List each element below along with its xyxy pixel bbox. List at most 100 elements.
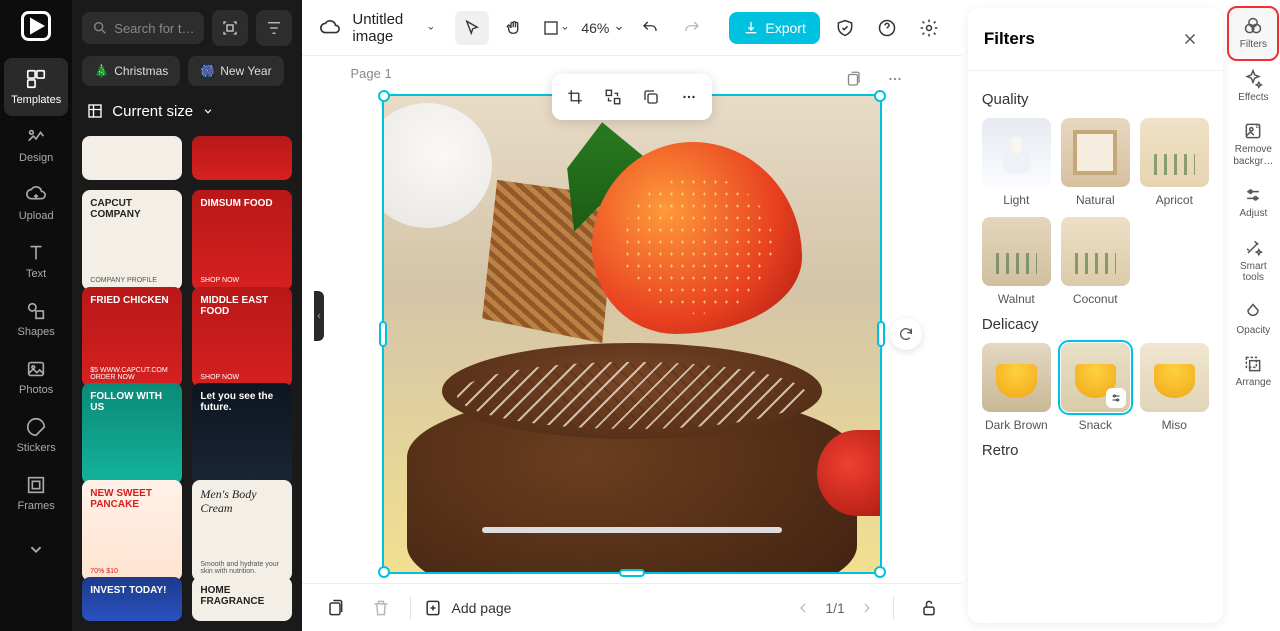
size-label: Current size (112, 103, 193, 120)
resize-handle[interactable] (619, 569, 645, 577)
template-item[interactable]: DIMSUM FOODSHOP NOW (192, 190, 292, 290)
page-label: Page 1 (350, 66, 391, 81)
delete-button[interactable] (364, 591, 398, 625)
sidebar-collapse-handle[interactable] (314, 291, 324, 341)
templates-sidebar: Search for t… 🎄 Christmas 🎆 New Year Curre… (72, 0, 302, 631)
frame-tool[interactable] (539, 11, 573, 45)
filter-coconut[interactable]: Coconut (1061, 217, 1130, 306)
filters-title: Filters (984, 29, 1035, 49)
nav-text[interactable]: Text (4, 232, 68, 290)
nav-upload[interactable]: Upload (4, 174, 68, 232)
selection-outline (382, 94, 882, 574)
horizontal-scrollbar[interactable] (482, 527, 782, 533)
nav-label: Templates (11, 94, 61, 106)
rail-remove-bg[interactable]: Remove backgr… (1229, 113, 1277, 175)
tag-label: New Year (220, 64, 271, 78)
canvas-page[interactable] (382, 94, 882, 574)
filter-dark-brown[interactable]: Dark Brown (982, 343, 1051, 432)
more-button[interactable] (672, 80, 706, 114)
tag-christmas[interactable]: 🎄 Christmas (82, 56, 180, 86)
scan-button[interactable] (212, 10, 248, 46)
template-item[interactable]: HOME FRAGRANCE (192, 577, 292, 621)
next-page-button[interactable] (859, 600, 875, 616)
export-icon (743, 20, 759, 36)
size-dropdown[interactable]: Current size (82, 96, 292, 126)
shield-icon[interactable] (828, 11, 862, 45)
add-page-icon (423, 598, 443, 618)
duplicate-button[interactable] (634, 80, 668, 114)
replace-button[interactable] (596, 80, 630, 114)
nav-photos[interactable]: Photos (4, 348, 68, 406)
nav-label: Text (26, 268, 46, 280)
tag-label: Christmas (114, 64, 168, 78)
template-item[interactable]: FRIED CHICKEN$5 WWW.CAPCUT.COM ORDER NOW (82, 287, 182, 387)
template-item[interactable]: Men's Body CreamSmooth and hydrate your … (192, 480, 292, 580)
filter-light[interactable]: Light (982, 118, 1051, 207)
cloud-sync-icon[interactable] (318, 11, 342, 45)
close-button[interactable] (1173, 22, 1207, 56)
hand-tool[interactable] (497, 11, 531, 45)
duplicate-page-icon[interactable] (836, 62, 870, 96)
document-title[interactable]: Untitled image (352, 11, 435, 45)
rail-filters[interactable]: Filters (1229, 8, 1277, 59)
filter-miso[interactable]: Miso (1140, 343, 1209, 432)
nav-frames[interactable]: Frames (4, 464, 68, 522)
template-item[interactable]: NEW SWEET PANCAKE70% $10 (82, 480, 182, 580)
chevron-down-icon (613, 22, 625, 34)
rail-adjust[interactable]: Adjust (1229, 177, 1277, 228)
template-item[interactable] (192, 136, 292, 180)
redo-button[interactable] (675, 11, 709, 45)
rail-smart-tools[interactable]: Smart tools (1229, 230, 1277, 292)
zoom-level[interactable]: 46% (581, 20, 625, 36)
search-input[interactable]: Search for t… (82, 12, 204, 44)
filter-button[interactable] (256, 10, 292, 46)
filter-walnut[interactable]: Walnut (982, 217, 1051, 306)
template-item[interactable] (82, 136, 182, 180)
canvas-viewport[interactable]: Page 1 (302, 56, 961, 583)
template-item[interactable]: Let you see the future. (192, 383, 292, 483)
app-logo-icon[interactable] (18, 8, 54, 44)
template-item[interactable]: MIDDLE EAST FOODSHOP NOW (192, 287, 292, 387)
rail-opacity[interactable]: Opacity (1229, 294, 1277, 345)
nav-design[interactable]: Design (4, 116, 68, 174)
add-page-button[interactable]: Add page (423, 598, 511, 618)
filter-snack[interactable]: Snack (1061, 343, 1130, 432)
help-icon[interactable] (870, 11, 904, 45)
crop-button[interactable] (558, 80, 592, 114)
nav-templates[interactable]: Templates (4, 58, 68, 116)
resize-handle[interactable] (874, 90, 886, 102)
nav-label: Frames (18, 500, 55, 512)
resize-handle[interactable] (378, 566, 390, 578)
layers-button[interactable] (318, 591, 352, 625)
nav-shapes[interactable]: Shapes (4, 290, 68, 348)
sparkle-icon: 🎆 (200, 64, 215, 78)
cursor-tool[interactable] (455, 11, 489, 45)
filter-group-title: Retro (982, 442, 1209, 459)
resize-handle[interactable] (379, 321, 387, 347)
resize-handle[interactable] (877, 321, 885, 347)
template-item[interactable]: FOLLOW WITH US (82, 383, 182, 483)
settings-icon[interactable] (912, 11, 946, 45)
refresh-button[interactable] (890, 318, 922, 350)
resize-handle[interactable] (378, 90, 390, 102)
rail-arrange[interactable]: Arrange (1229, 346, 1277, 397)
nav-stickers[interactable]: Stickers (4, 406, 68, 464)
template-item[interactable]: CAPCUT COMPANYCOMPANY PROFILE (82, 190, 182, 290)
filter-natural[interactable]: Natural (1061, 118, 1130, 207)
filter-group-title: Quality (982, 91, 1209, 108)
template-item[interactable]: INVEST TODAY! (82, 577, 182, 621)
tag-new-year[interactable]: 🎆 New Year (188, 56, 283, 86)
filter-apricot[interactable]: Apricot (1140, 118, 1209, 207)
nav-more[interactable] (4, 528, 68, 570)
search-placeholder: Search for t… (114, 21, 194, 36)
rail-effects[interactable]: Effects (1229, 61, 1277, 112)
unlock-button[interactable] (912, 591, 946, 625)
export-button[interactable]: Export (729, 12, 819, 44)
undo-button[interactable] (633, 11, 667, 45)
chevron-down-icon (201, 104, 215, 118)
tree-icon: 🎄 (94, 64, 109, 78)
resize-handle[interactable] (874, 566, 886, 578)
prev-page-button[interactable] (795, 600, 811, 616)
topbar: Untitled image 46% Export (302, 0, 961, 56)
adjust-icon[interactable] (1106, 388, 1126, 408)
